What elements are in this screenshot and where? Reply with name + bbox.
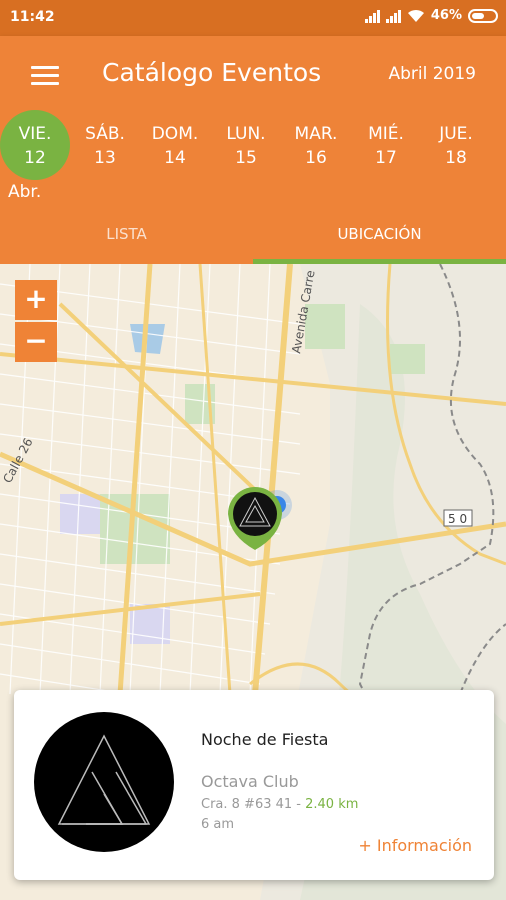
status-time: 11:42 (10, 9, 55, 25)
day-name: LUN. (226, 124, 266, 144)
day-name: JUE. (439, 124, 473, 144)
status-icons: 46% (364, 8, 498, 23)
event-name: Noche de Fiesta (201, 730, 329, 749)
month-label[interactable]: Abril 2019 (388, 64, 476, 84)
day-name: MAR. (294, 124, 338, 144)
zoom-out-button[interactable]: − (15, 322, 57, 362)
more-info-link[interactable]: + Información (358, 836, 472, 855)
day-item-jue[interactable]: JUE. 18 (421, 122, 491, 170)
status-bar: 11:42 46% (0, 0, 506, 36)
day-item-mie[interactable]: MIÉ. 17 (351, 122, 421, 170)
map-label-route: 5 0 (448, 512, 467, 526)
page-title: Catálogo Eventos (102, 58, 322, 87)
day-number: 18 (445, 148, 467, 168)
event-card[interactable]: Noche de Fiesta Octava Club Cra. 8 #63 4… (14, 690, 494, 880)
day-number: 15 (235, 148, 257, 168)
day-name: DOM. (151, 124, 199, 144)
address-text: Cra. 8 #63 41 - (201, 797, 306, 812)
day-number: 16 (305, 148, 327, 168)
selected-month-abbr: Abr. (8, 182, 42, 202)
day-selector: VIE. 12 SÁB. 13 DOM. 14 LUN. 15 MAR. 16 … (0, 110, 506, 202)
day-number: 17 (375, 148, 397, 168)
day-number: 13 (94, 148, 116, 168)
zoom-in-button[interactable]: + (15, 280, 57, 320)
day-number: 12 (24, 148, 46, 168)
battery-icon (468, 8, 498, 23)
day-item-mar[interactable]: MAR. 16 (281, 122, 351, 170)
zoom-controls: + − (15, 280, 57, 364)
day-number: 14 (164, 148, 186, 168)
day-item-sab[interactable]: SÁB. 13 (70, 122, 140, 170)
tab-ubicacion[interactable]: UBICACIÓN (253, 212, 506, 264)
wifi-icon (407, 9, 424, 22)
app-header: Catálogo Eventos Abril 2019 VIE. 12 SÁB.… (0, 36, 506, 264)
day-name: VIE. (18, 124, 52, 144)
battery-percent: 46% (430, 8, 462, 23)
event-time: 6 am (201, 817, 235, 832)
day-name: SÁB. (85, 124, 125, 144)
menu-icon[interactable] (31, 66, 59, 86)
view-tabs: LISTA UBICACIÓN (0, 212, 506, 264)
event-venue: Octava Club (201, 772, 299, 791)
tab-lista[interactable]: LISTA (0, 212, 253, 264)
signal-icon (364, 9, 380, 23)
day-item-dom[interactable]: DOM. 14 (140, 122, 210, 170)
day-item-vie[interactable]: VIE. 12 (0, 110, 70, 180)
event-address: Cra. 8 #63 41 - 2.40 km (201, 797, 358, 812)
day-name: MIÉ. (368, 124, 404, 144)
event-distance: 2.40 km (305, 797, 359, 812)
event-logo (34, 712, 174, 852)
day-item-lun[interactable]: LUN. 15 (211, 122, 281, 170)
signal-2-icon (385, 9, 401, 23)
